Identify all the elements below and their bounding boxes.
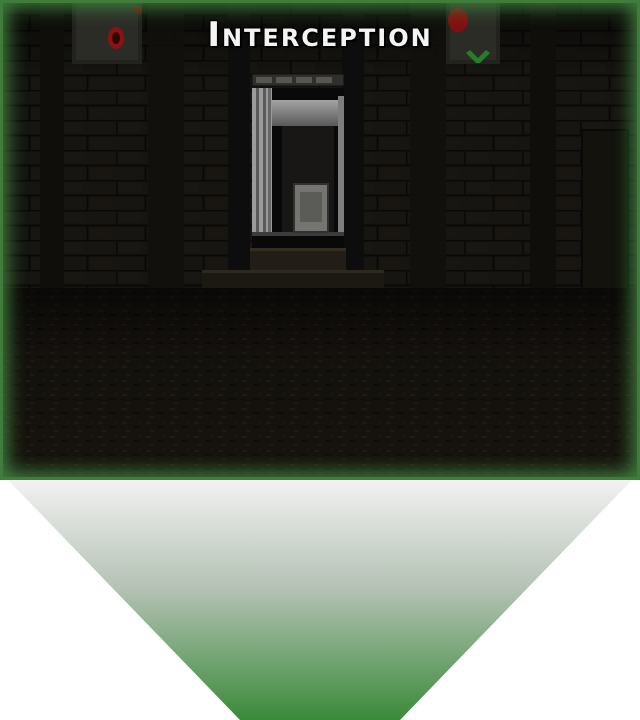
funnel-graphic	[8, 480, 632, 720]
funnel-shape	[8, 480, 632, 720]
level-title: Interception	[207, 15, 433, 55]
level-scene	[0, 0, 640, 480]
lower-panel	[0, 480, 640, 720]
game-viewport[interactable]: Interception	[0, 0, 640, 480]
game-screen: Interception	[0, 0, 640, 720]
